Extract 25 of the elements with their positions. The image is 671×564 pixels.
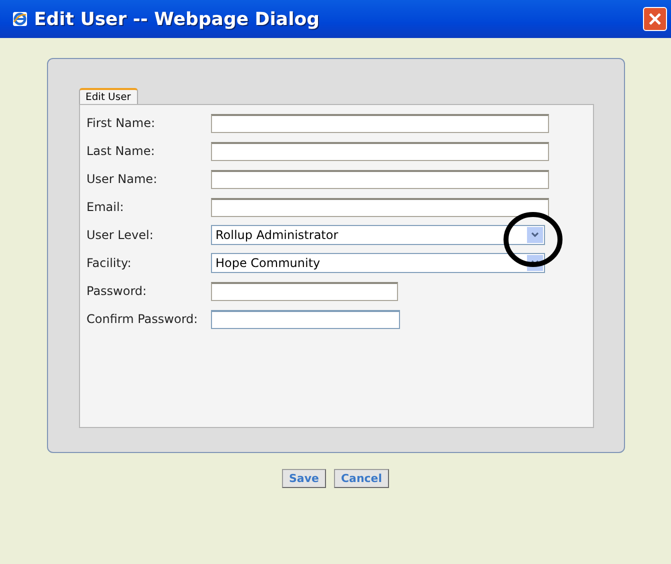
text-field[interactable] (210, 170, 548, 188)
password-field[interactable] (210, 282, 398, 300)
annotation-circle (504, 212, 562, 267)
field-label: User Level: (86, 228, 154, 242)
field-label: Password: (86, 284, 148, 298)
field-label: Facility: (86, 256, 132, 270)
field-label: Email: (86, 200, 125, 214)
cancel-button[interactable]: Cancel (334, 469, 390, 488)
tab[interactable]: Edit User (78, 88, 138, 104)
field-label: User Name: (86, 172, 158, 186)
field-label: Confirm Password: (86, 312, 199, 326)
text-field[interactable] (210, 142, 548, 160)
text-field[interactable] (210, 114, 548, 132)
close-icon[interactable] (648, 12, 662, 26)
save-button[interactable]: Save (282, 469, 326, 488)
field-label: Last Name: (86, 144, 156, 158)
field-label: First Name: (86, 116, 156, 130)
browser-icon (12, 11, 28, 27)
window-title: Edit User -- Webpage Dialog (34, 8, 320, 30)
chevron-down-icon[interactable] (526, 227, 542, 243)
password-field[interactable] (210, 310, 400, 328)
dropdown[interactable]: Rollup Administrator (210, 225, 544, 245)
text-field[interactable] (210, 198, 548, 216)
close-button[interactable] (643, 7, 667, 31)
dropdown[interactable]: Hope Community (210, 253, 544, 273)
